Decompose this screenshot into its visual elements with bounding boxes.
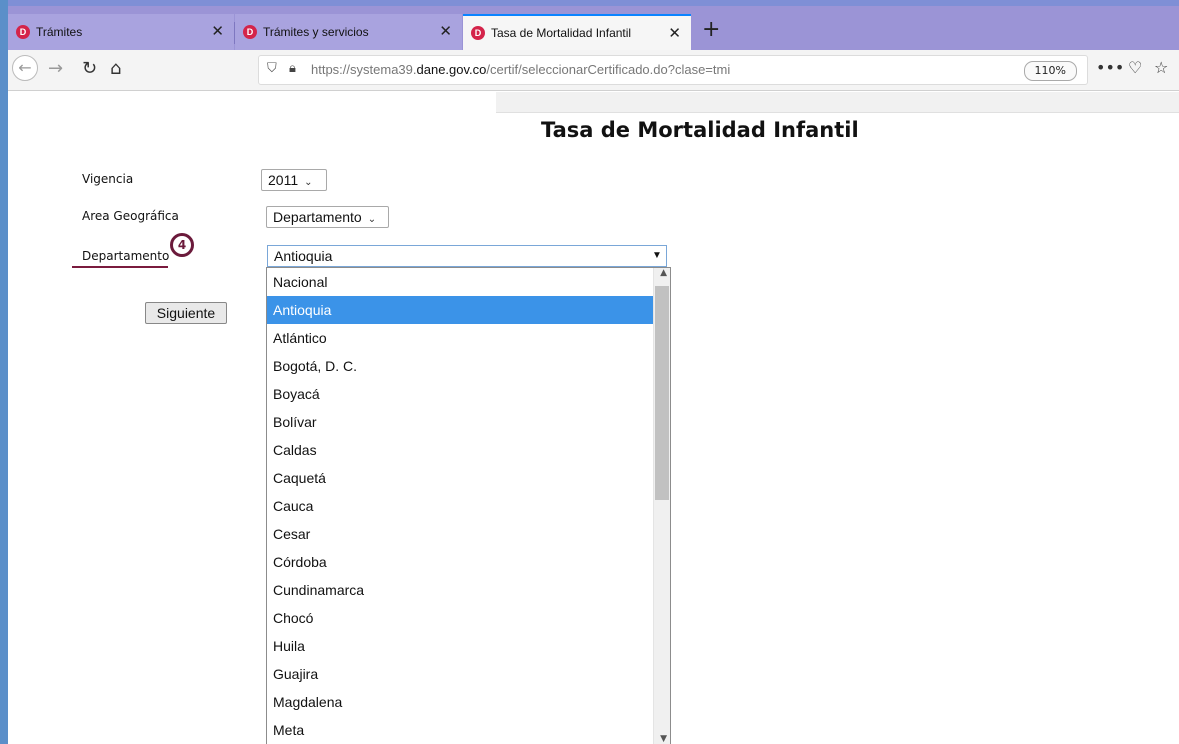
dropdown-option[interactable]: Meta [267, 716, 659, 744]
label-underline [72, 266, 168, 268]
more-icon[interactable]: ••• [1096, 58, 1124, 77]
close-icon[interactable]: ✕ [211, 22, 224, 40]
dropdown-option[interactable]: Cesar [267, 520, 659, 548]
page-header-strip [496, 92, 1179, 113]
dropdown-option[interactable]: Córdoba [267, 548, 659, 576]
dropdown-option[interactable]: Bogotá, D. C. [267, 352, 659, 380]
tab-title: Trámites y servicios [263, 25, 369, 39]
url-text[interactable]: https://systema39.dane.gov.co/certif/sel… [311, 62, 730, 77]
tab-tasa-mortalidad[interactable]: D Tasa de Mortalidad Infantil ✕ [463, 14, 691, 50]
vigencia-label: Vigencia [82, 172, 134, 186]
dropdown-option[interactable]: Magdalena [267, 688, 659, 716]
dropdown-option[interactable]: Nacional [267, 268, 659, 296]
vigencia-select[interactable]: 2011 ⌄ [261, 169, 327, 191]
forward-icon[interactable]: → [48, 58, 63, 80]
area-select[interactable]: Departamento ⌄ [266, 206, 389, 228]
area-value: Departamento [273, 209, 362, 225]
scrollbar[interactable]: ▲ ▼ [653, 268, 670, 744]
departamento-dropdown-list[interactable]: Nacional Antioquia Atlántico Bogotá, D. C. B… [266, 267, 671, 744]
dropdown-option[interactable]: Antioquia [267, 296, 659, 324]
chevron-down-icon: ⌄ [304, 177, 313, 188]
back-icon[interactable]: ← [12, 55, 38, 81]
close-icon[interactable]: ✕ [439, 22, 452, 40]
tab-title: Tasa de Mortalidad Infantil [491, 26, 632, 40]
departamento-value: Antioquia [274, 248, 333, 264]
pocket-icon[interactable]: ♡ [1128, 58, 1142, 77]
tab-title: Trámites [36, 25, 83, 39]
dropdown-option[interactable]: Huila [267, 632, 659, 660]
reload-icon[interactable]: ↻ [82, 58, 97, 80]
dropdown-option[interactable]: Bolívar [267, 408, 659, 436]
close-icon[interactable]: ✕ [668, 24, 681, 42]
url-domain: dane.gov.co [416, 62, 487, 77]
new-tab-button[interactable]: + [702, 18, 720, 42]
area-label: Area Geográfica [82, 209, 179, 223]
tab-strip: D Trámites ✕ D Trámites y servicios ✕ D … [8, 6, 1179, 50]
scroll-down-icon[interactable]: ▼ [660, 734, 667, 744]
tab-tramites-y-servicios[interactable]: D Trámites y servicios ✕ [235, 14, 462, 50]
bookmark-star-icon[interactable]: ☆ [1154, 58, 1168, 77]
vigencia-value: 2011 [268, 172, 299, 188]
departamento-select[interactable]: Antioquia ▼ [267, 245, 667, 267]
dropdown-option[interactable]: Guajira [267, 660, 659, 688]
dropdown-option[interactable]: Caquetá [267, 464, 659, 492]
chevron-down-icon[interactable]: ▼ [649, 247, 665, 265]
url-prefix: https://systema39. [311, 62, 417, 77]
step-badge: 4 [170, 233, 194, 257]
dropdown-option[interactable]: Boyacá [267, 380, 659, 408]
url-bar[interactable]: ⛉ 🔒︎ https://systema39.dane.gov.co/certi… [258, 55, 1088, 85]
siguiente-button[interactable]: Siguiente [145, 302, 227, 324]
shield-icon[interactable]: ⛉ [267, 61, 277, 76]
departamento-label: Departamento [82, 249, 170, 263]
dropdown-option[interactable]: Chocó [267, 604, 659, 632]
scrollbar-thumb[interactable] [655, 286, 669, 500]
dane-logo-icon: D [16, 25, 30, 39]
dropdown-option[interactable]: Cundinamarca [267, 576, 659, 604]
dane-logo-icon: D [243, 25, 257, 39]
dane-logo-icon: D [471, 26, 485, 40]
window-frame-left [0, 0, 8, 744]
scroll-up-icon[interactable]: ▲ [660, 268, 667, 278]
dropdown-option[interactable]: Cauca [267, 492, 659, 520]
chevron-down-icon: ⌄ [367, 214, 377, 225]
navigation-bar: ← → ↻ ⌂ ⛉ 🔒︎ https://systema39.dane.gov.… [8, 50, 1179, 91]
dropdown-option[interactable]: Atlántico [267, 324, 659, 352]
dropdown-option[interactable]: Caldas [267, 436, 659, 464]
url-path: /certif/seleccionarCertificado.do?clase=… [486, 62, 731, 77]
home-icon[interactable]: ⌂ [110, 58, 121, 80]
zoom-level[interactable]: 110% [1023, 61, 1077, 81]
lock-icon[interactable]: 🔒︎ [289, 61, 296, 76]
page-title: Tasa de Mortalidad Infantil [541, 118, 859, 142]
tab-tramites[interactable]: D Trámites ✕ [8, 14, 234, 50]
